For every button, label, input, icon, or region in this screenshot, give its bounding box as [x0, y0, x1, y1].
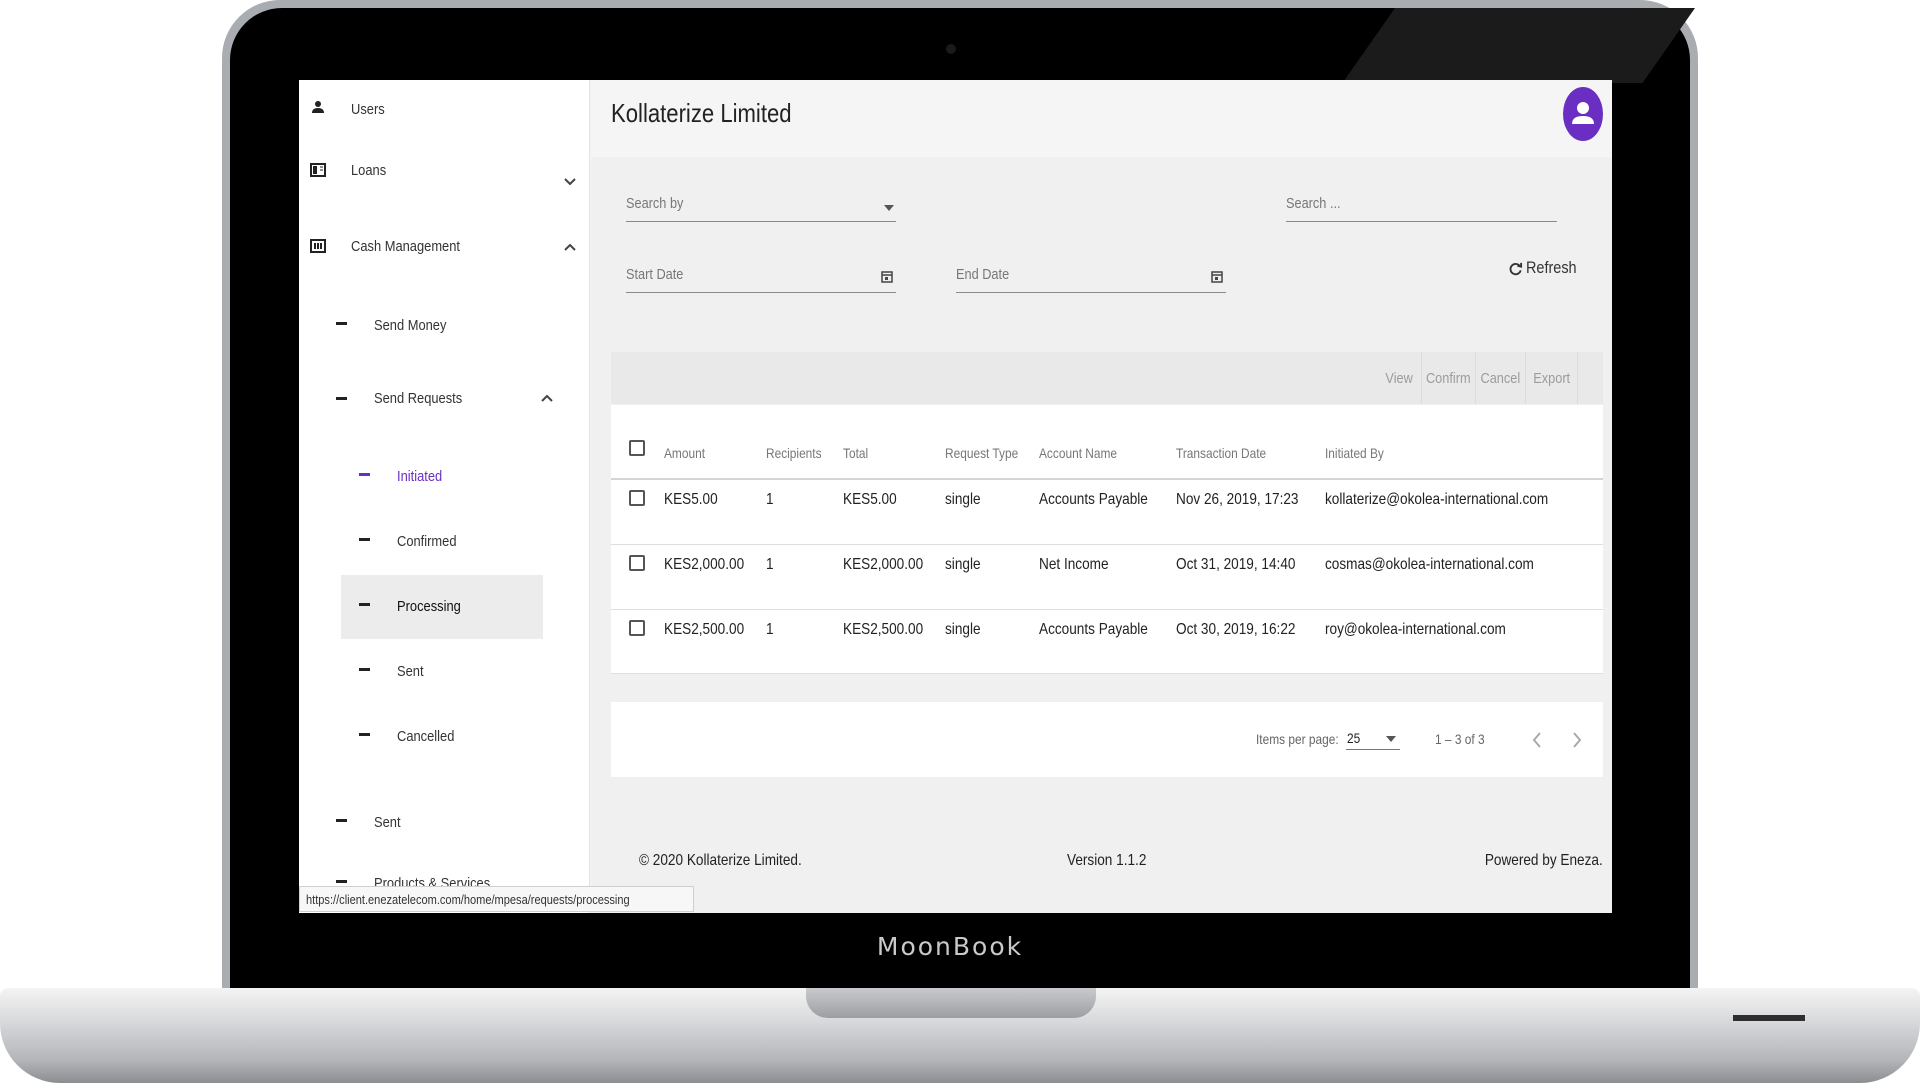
start-date-field[interactable]: Start Date [626, 266, 896, 293]
cell-request-type: single [945, 556, 981, 573]
cell-total: KES2,000.00 [843, 556, 924, 573]
dash-icon [359, 538, 370, 541]
status-bar-url: https://client.enezatelecom.com/home/mpe… [299, 886, 694, 912]
cell-transaction-date: Oct 30, 2019, 16:22 [1176, 621, 1296, 638]
camera-icon [946, 44, 956, 54]
column-header-request-type[interactable]: Request Type [945, 445, 1018, 461]
cell-initiated-by: roy@okolea-international.com [1325, 621, 1506, 638]
sidebar-item-loans[interactable]: Loans [351, 162, 386, 179]
items-per-page-select[interactable]: 25 [1346, 727, 1400, 750]
next-page-icon[interactable] [1569, 728, 1585, 752]
dash-icon [359, 603, 370, 606]
cash-icon [309, 237, 327, 255]
cell-initiated-by: kollaterize@okolea-international.com [1325, 491, 1549, 508]
footer-copyright: © 2020 Kollaterize Limited. [639, 852, 802, 869]
sidebar-item-send-requests[interactable]: Send Requests [374, 390, 462, 407]
column-header-account-name[interactable]: Account Name [1039, 445, 1117, 461]
sidebar-item-cash-management[interactable]: Cash Management [351, 238, 460, 255]
select-all-checkbox[interactable] [629, 440, 645, 456]
cancel-button[interactable]: Cancel [1475, 352, 1525, 404]
items-per-page-label: Items per page: [1256, 731, 1339, 747]
column-header-transaction-date[interactable]: Transaction Date [1176, 445, 1266, 461]
row-divider [611, 609, 1603, 610]
chevron-up-icon[interactable] [561, 238, 579, 256]
sidebar-item-initiated[interactable]: Initiated [397, 468, 442, 485]
cell-total: KES2,500.00 [843, 621, 924, 638]
dash-icon [359, 733, 370, 736]
sidebar-item-processing[interactable]: Processing [397, 598, 461, 615]
laptop-slot [1733, 1015, 1805, 1021]
end-date-field[interactable]: End Date [956, 266, 1226, 293]
sidebar-item-sent[interactable]: Sent [374, 814, 401, 831]
sidebar-item-users[interactable]: Users [351, 101, 385, 118]
previous-page-icon[interactable] [1529, 728, 1545, 752]
view-button[interactable]: View [1377, 352, 1421, 404]
refresh-icon [1509, 262, 1523, 275]
screen: Users Loans Cash Management Send Money S… [299, 80, 1612, 913]
requests-table: Amount Recipients Total Request Type Acc… [611, 405, 1603, 674]
cell-transaction-date: Oct 31, 2019, 14:40 [1176, 556, 1296, 573]
book-icon [309, 161, 327, 179]
dash-icon [336, 397, 347, 400]
refresh-button[interactable]: Refresh [1508, 258, 1586, 278]
footer-version: Version 1.1.2 [1067, 852, 1147, 869]
cell-request-type: single [945, 621, 981, 638]
sidebar-item-send-money[interactable]: Send Money [374, 317, 446, 334]
header-divider [611, 478, 1603, 480]
cell-initiated-by: cosmas@okolea-international.com [1325, 556, 1534, 573]
paginator: Items per page: 25 1 – 3 of 3 [611, 702, 1603, 777]
account-icon[interactable] [1563, 87, 1603, 141]
calendar-icon[interactable] [881, 270, 893, 283]
row-checkbox[interactable] [629, 620, 645, 636]
column-header-total[interactable]: Total [843, 445, 868, 461]
device-brand: MoonBook [876, 932, 1024, 961]
cell-account-name: Accounts Payable [1039, 491, 1148, 508]
search-by-select[interactable]: Search by [626, 195, 896, 222]
column-header-amount[interactable]: Amount [664, 445, 705, 461]
range-label: 1 – 3 of 3 [1435, 731, 1485, 747]
column-header-recipients[interactable]: Recipients [766, 445, 822, 461]
dash-icon [359, 473, 370, 476]
laptop-notch [806, 988, 1096, 1018]
confirm-button[interactable]: Confirm [1421, 352, 1475, 404]
export-button[interactable]: Export [1525, 352, 1577, 404]
chevron-up-icon[interactable] [538, 389, 556, 407]
cell-recipients: 1 [766, 556, 774, 573]
dash-icon [336, 880, 347, 883]
sidebar-item-confirmed[interactable]: Confirmed [397, 533, 457, 550]
cell-total: KES5.00 [843, 491, 897, 508]
cell-amount: KES2,000.00 [664, 556, 745, 573]
cell-account-name: Accounts Payable [1039, 621, 1148, 638]
calendar-icon[interactable] [1211, 270, 1223, 283]
row-checkbox[interactable] [629, 490, 645, 506]
dash-icon [359, 668, 370, 671]
footer: © 2020 Kollaterize Limited. Version 1.1.… [611, 812, 1603, 913]
sidebar: Users Loans Cash Management Send Money S… [299, 80, 590, 913]
search-input[interactable]: Search ... [1286, 195, 1557, 222]
cell-transaction-date: Nov 26, 2019, 17:23 [1176, 491, 1299, 508]
caret-down-icon[interactable] [884, 205, 894, 211]
cell-request-type: single [945, 491, 981, 508]
column-header-initiated-by[interactable]: Initiated By [1325, 445, 1384, 461]
cell-account-name: Net Income [1039, 556, 1109, 573]
page-title: Kollaterize Limited [611, 98, 792, 128]
sidebar-item-cancelled[interactable]: Cancelled [397, 728, 454, 745]
dash-icon [336, 819, 347, 822]
table-toolbar: View Confirm Cancel Export [611, 352, 1603, 404]
person-icon [309, 98, 327, 116]
row-divider [611, 544, 1603, 545]
caret-down-icon [1386, 736, 1396, 742]
cell-amount: KES2,500.00 [664, 621, 745, 638]
dash-icon [336, 322, 347, 325]
footer-powered-by: Powered by Eneza. [1485, 852, 1603, 869]
sidebar-item-sent-requests[interactable]: Sent [397, 663, 424, 680]
cell-recipients: 1 [766, 621, 774, 638]
bezel-glare [1342, 8, 1695, 83]
cell-amount: KES5.00 [664, 491, 718, 508]
row-checkbox[interactable] [629, 555, 645, 571]
row-divider [611, 673, 1603, 674]
cell-recipients: 1 [766, 491, 774, 508]
chevron-down-icon[interactable] [561, 172, 579, 190]
